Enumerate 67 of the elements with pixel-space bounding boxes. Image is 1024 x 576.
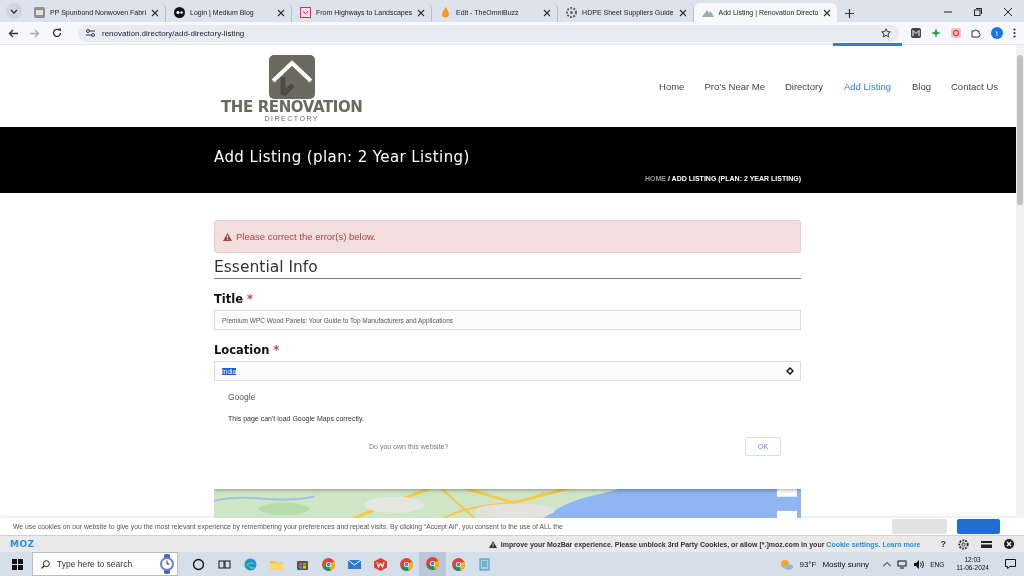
circle-icon[interactable] — [192, 557, 205, 571]
field-label: Location * — [214, 343, 280, 357]
search-icon — [41, 559, 50, 569]
dialog-brand: Google — [228, 392, 256, 402]
flame-icon — [440, 7, 452, 18]
windows-start-icon[interactable] — [12, 558, 23, 570]
nav-link[interactable]: Contact Us — [941, 43, 1008, 127]
new-tab-icon[interactable] — [845, 9, 855, 18]
speaker-icon[interactable] — [914, 559, 925, 569]
square-icon — [300, 7, 311, 18]
alert-text: Please correct the error(s) below. — [236, 231, 376, 242]
watch-icon[interactable] — [157, 554, 177, 574]
gear-icon — [566, 7, 578, 18]
nav-link[interactable]: Pro’s Near Me — [694, 43, 775, 127]
bookmark-star-icon[interactable] — [881, 28, 891, 38]
wps-icon[interactable] — [374, 557, 387, 571]
circle-icon — [174, 7, 185, 18]
warning-icon — [223, 232, 232, 241]
address-bar[interactable]: renovation.directory/add-directory-listing — [78, 24, 899, 42]
close-icon[interactable] — [151, 8, 159, 17]
page-title: Add Listing (plan: 2 Year Listing) — [214, 148, 471, 166]
restore-icon[interactable] — [974, 8, 982, 16]
weather-temperature: 93°F — [799, 559, 817, 569]
house-icon — [268, 54, 315, 99]
moz-logo: MOZ — [10, 539, 35, 549]
warning-icon — [488, 540, 497, 548]
task-view-icon[interactable] — [218, 557, 231, 571]
dropdown-icon[interactable] — [6, 3, 22, 19]
close-icon[interactable] — [277, 8, 285, 17]
sparkle-icon[interactable] — [931, 28, 941, 38]
reload-icon[interactable] — [52, 28, 62, 38]
site-settings-icon[interactable] — [86, 29, 95, 37]
close-icon[interactable] — [1004, 539, 1014, 549]
settings-icon[interactable] — [958, 538, 969, 550]
minimize-bar-icon[interactable] — [981, 540, 992, 548]
nav-link[interactable]: Home — [649, 43, 695, 127]
chrome-icon[interactable] — [322, 557, 335, 571]
search-field[interactable]: Type here to search — [32, 552, 178, 576]
caret-icon[interactable] — [883, 561, 892, 567]
extension-icon[interactable] — [911, 28, 921, 38]
sun-cloud-icon — [780, 558, 794, 570]
weather-condition: Mostly sunny — [822, 559, 870, 569]
image-icon — [34, 7, 45, 18]
help-icon[interactable]: ? — [940, 539, 946, 549]
close-icon[interactable] — [678, 8, 687, 17]
extension-icon[interactable] — [951, 28, 961, 38]
nav-link[interactable]: Directory — [774, 43, 833, 127]
chrome-icon[interactable] — [452, 557, 465, 571]
puzzle-icon[interactable] — [971, 28, 981, 38]
close-icon[interactable] — [1004, 8, 1012, 16]
chrome-icon[interactable] — [400, 557, 413, 571]
close-icon[interactable] — [823, 8, 832, 17]
close-icon[interactable] — [543, 8, 552, 17]
nav-link[interactable]: Blog — [902, 43, 941, 127]
section-heading: Essential Info — [214, 258, 801, 279]
chrome-icon[interactable] — [426, 556, 439, 570]
menu-icon[interactable] — [1013, 28, 1016, 38]
field-label: Title * — [214, 292, 254, 306]
notification-icon[interactable] — [1005, 559, 1016, 569]
scrollbar[interactable] — [1016, 45, 1024, 518]
mail-icon[interactable] — [348, 557, 361, 571]
network-icon[interactable] — [897, 559, 909, 569]
edge-icon[interactable] — [244, 557, 257, 571]
back-icon[interactable] — [8, 28, 18, 38]
close-icon[interactable] — [417, 8, 426, 17]
minimize-icon[interactable] — [944, 8, 952, 16]
diamond-icon — [786, 367, 794, 375]
